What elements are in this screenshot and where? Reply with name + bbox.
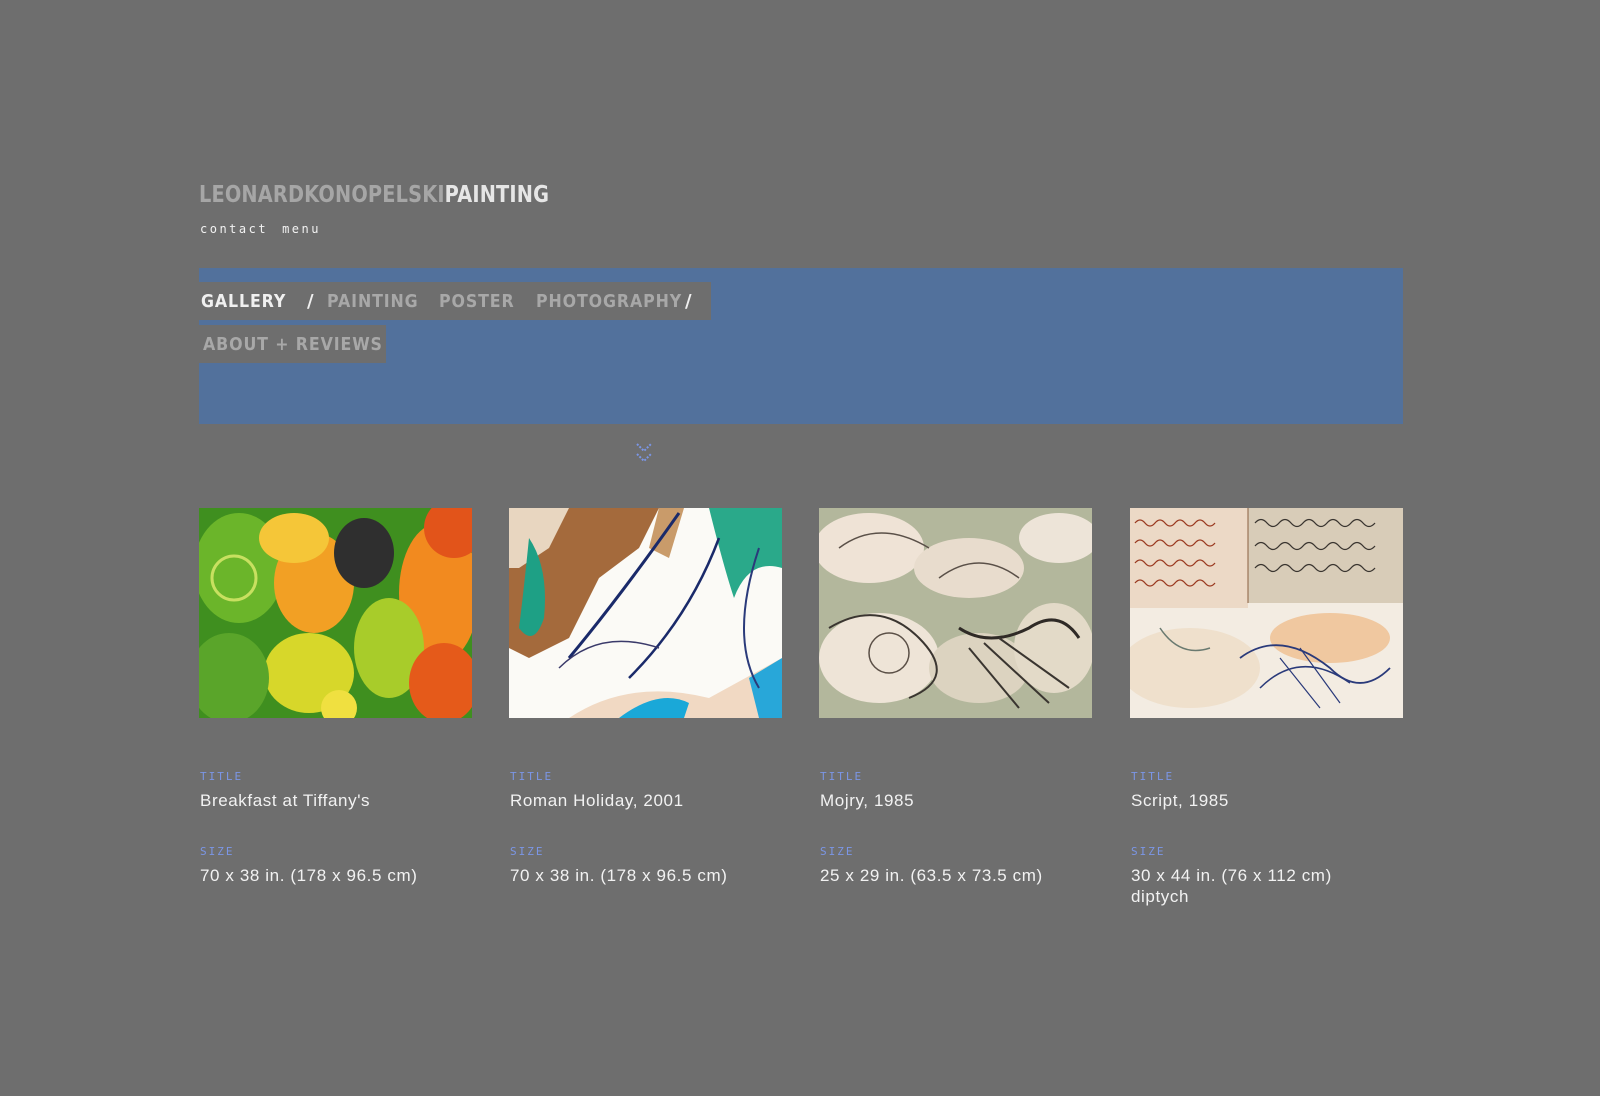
menu-link[interactable]: menu — [282, 222, 321, 236]
artwork-title: Mojry, 1985 — [820, 791, 915, 810]
nav-item-about-reviews[interactable]: ABOUT + REVIEWS — [203, 325, 383, 363]
nav-item-gallery[interactable]: GALLERY — [201, 282, 286, 320]
artwork-size: 30 x 44 in. (76 x 112 cm) diptych — [1131, 866, 1332, 906]
nav-item-painting[interactable]: PAINTING — [327, 282, 419, 320]
site-title[interactable]: LEONARDKONOPELSKIPAINTING — [199, 178, 549, 212]
nav-row-primary: GALLERY / PAINTING POSTER PHOTOGRAPHY / — [199, 282, 711, 320]
top-links: contact menu — [200, 222, 321, 236]
artwork-title: Breakfast at Tiffany's — [200, 791, 371, 810]
gallery-card: TITLE Breakfast at Tiffany's SIZE 70 x 3… — [199, 508, 472, 885]
title-label: TITLE — [510, 770, 554, 783]
size-label: SIZE — [820, 845, 855, 858]
nav-row-secondary: ABOUT + REVIEWS — [199, 325, 386, 363]
page-container: LEONARDKONOPELSKIPAINTING contact menu G… — [199, 0, 1403, 1096]
artwork-size: 70 x 38 in. (178 x 96.5 cm) — [200, 866, 418, 885]
nav-band: GALLERY / PAINTING POSTER PHOTOGRAPHY / … — [199, 268, 1403, 424]
contact-link[interactable]: contact — [200, 222, 268, 236]
gallery-card: TITLE Mojry, 1985 SIZE 25 x 29 in. (63.5… — [819, 508, 1092, 885]
artwork-size: 70 x 38 in. (178 x 96.5 cm) — [510, 866, 728, 885]
title-label: TITLE — [820, 770, 864, 783]
site-title-section: PAINTING — [444, 182, 550, 208]
size-label: SIZE — [510, 845, 545, 858]
title-label: TITLE — [200, 770, 244, 783]
title-label: TITLE — [1131, 770, 1175, 783]
artwork-title: Roman Holiday, 2001 — [510, 791, 684, 810]
nav-separator: / — [307, 291, 314, 312]
artwork-size: 25 x 29 in. (63.5 x 73.5 cm) — [820, 866, 1043, 885]
nav-separator: / — [685, 291, 692, 312]
artwork-title: Script, 1985 — [1131, 791, 1229, 810]
nav-item-poster[interactable]: POSTER — [439, 282, 515, 320]
gallery-card: TITLE Script, 1985 SIZE 30 x 44 in. (76 … — [1130, 508, 1403, 906]
double-chevron-down-icon[interactable] — [635, 442, 653, 466]
size-label: SIZE — [200, 845, 235, 858]
artwork-thumbnail-roman-holiday[interactable] — [509, 508, 782, 718]
artwork-thumbnail-script[interactable] — [1130, 508, 1403, 718]
nav-item-photography[interactable]: PHOTOGRAPHY — [536, 282, 682, 320]
gallery-card: TITLE Roman Holiday, 2001 SIZE 70 x 38 i… — [509, 508, 782, 885]
size-label: SIZE — [1131, 845, 1166, 858]
site-title-name: LEONARDKONOPELSKI — [199, 182, 445, 208]
artwork-thumbnail-breakfast[interactable] — [199, 508, 472, 718]
artwork-thumbnail-mojry[interactable] — [819, 508, 1092, 718]
